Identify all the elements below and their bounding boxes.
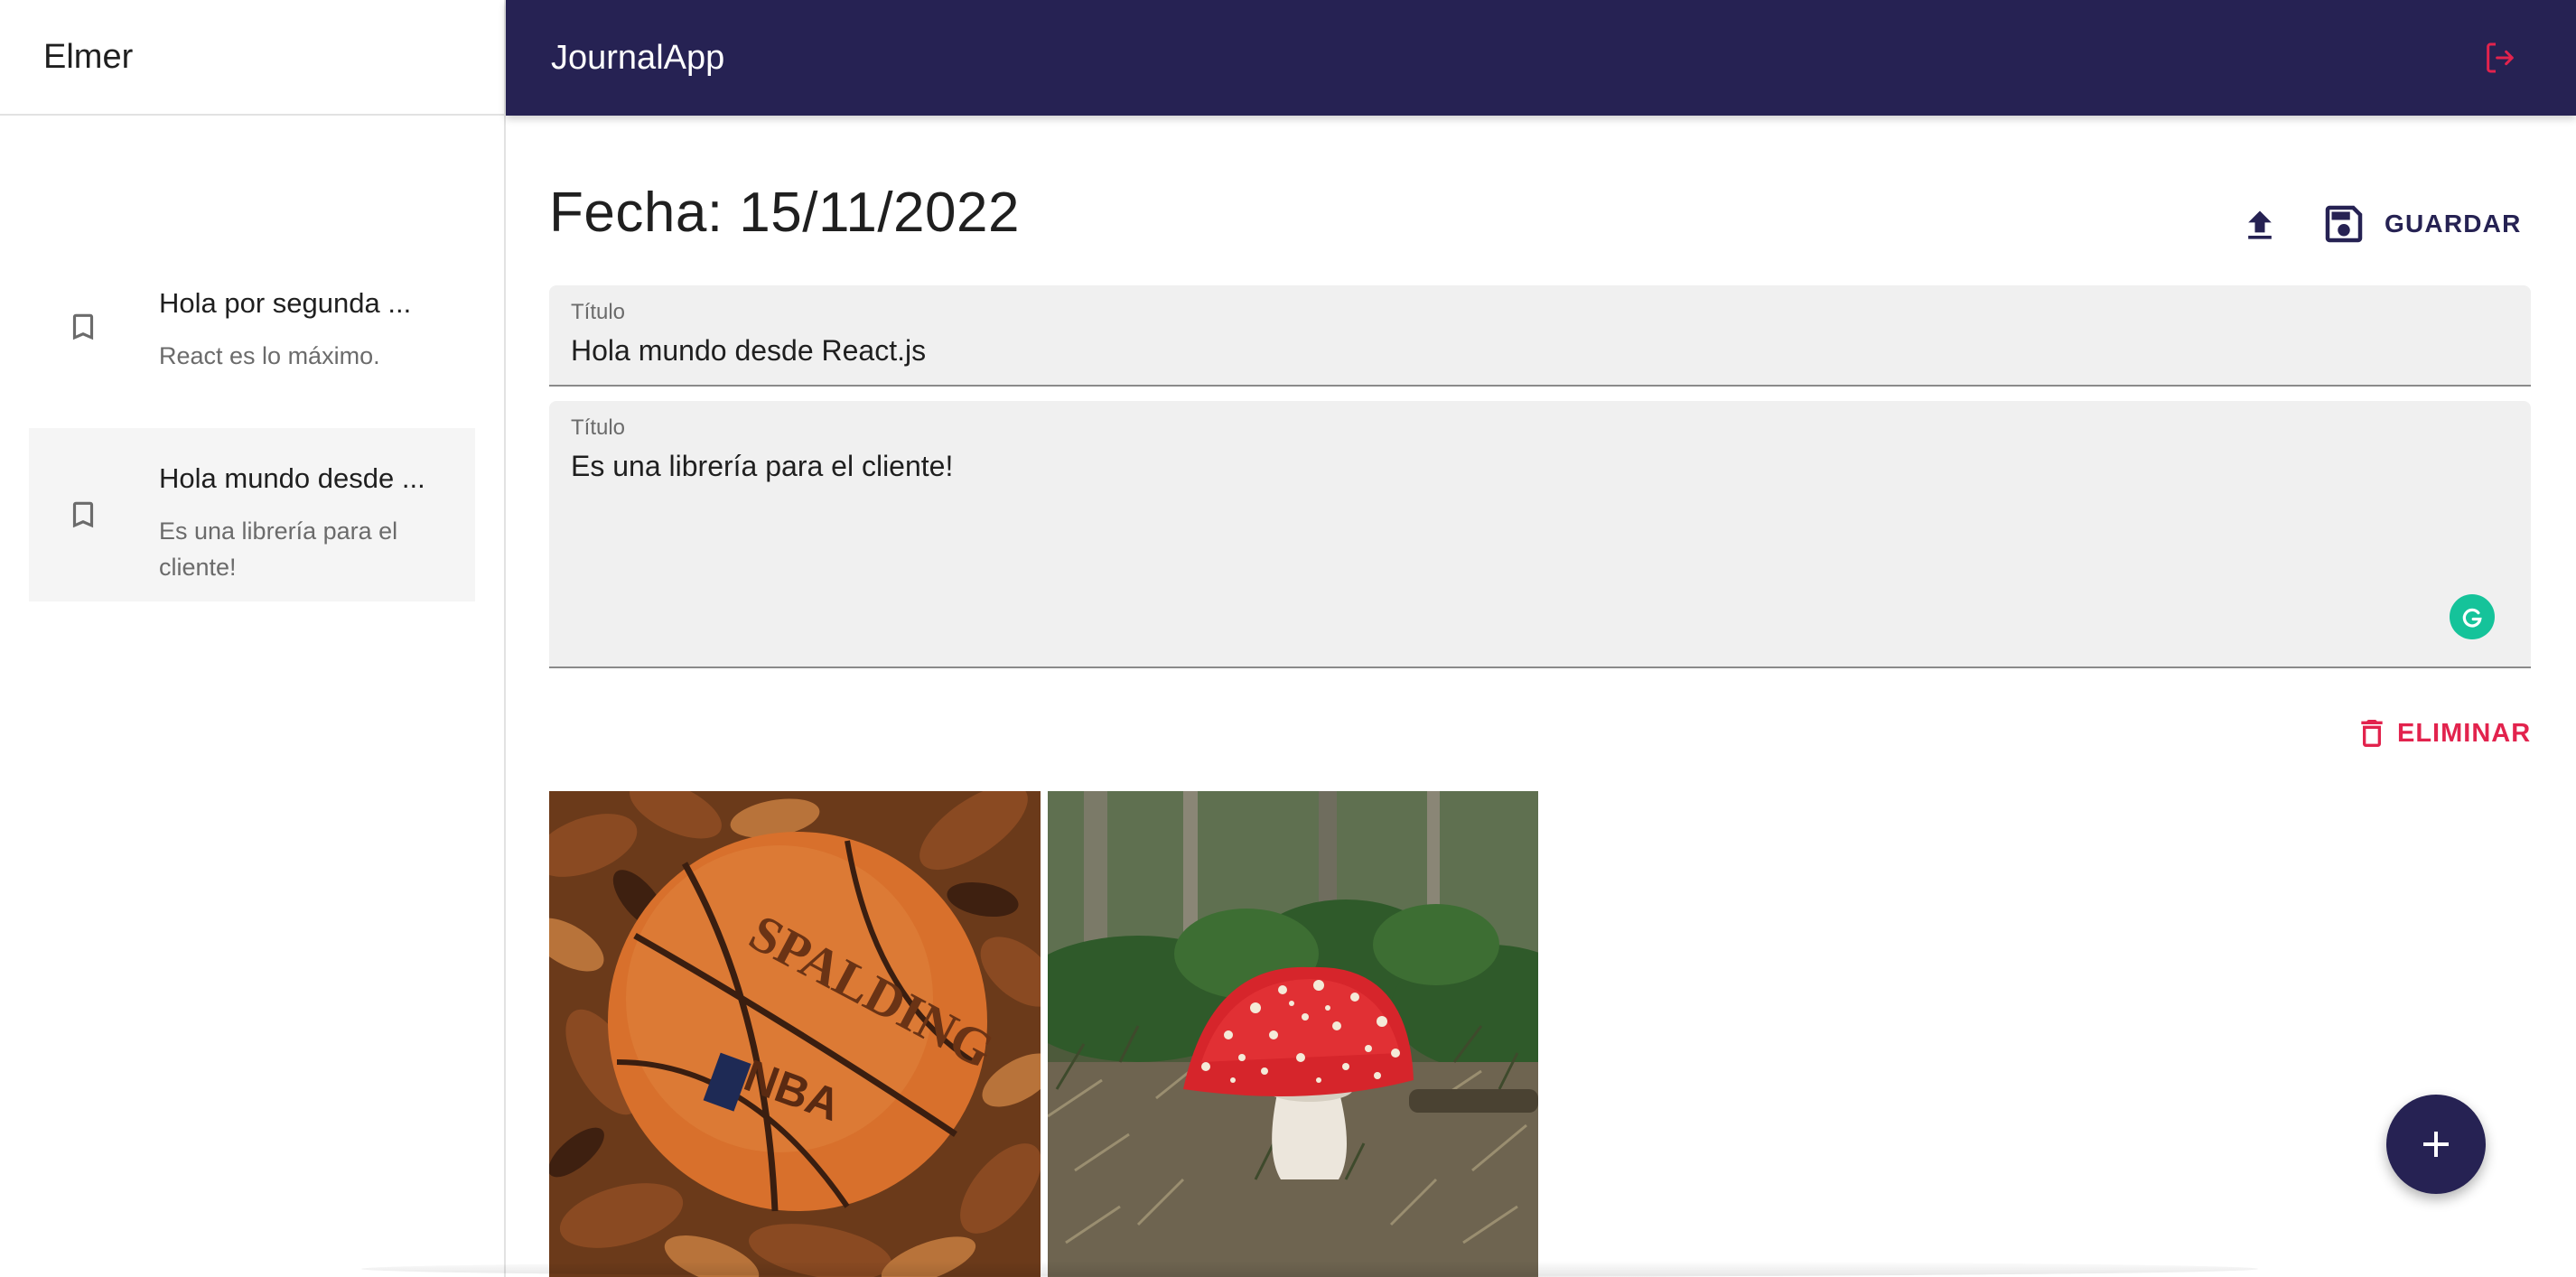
app-bar: JournalApp — [506, 0, 2576, 116]
entry-item[interactable]: Hola por segunda ... React es lo máximo. — [29, 251, 475, 403]
title-field-value[interactable]: Hola mundo desde React.js — [571, 334, 926, 368]
logout-icon — [2487, 42, 2514, 73]
bookmark-icon — [29, 428, 159, 601]
grammarly-icon[interactable] — [2450, 594, 2495, 639]
note-view: Fecha: 15/11/2022 GUARDAR Título Hola mu… — [506, 116, 2576, 1277]
upload-button[interactable] — [2226, 191, 2294, 260]
entry-body: Es una librería para el cliente! — [159, 517, 398, 581]
save-button[interactable]: GUARDAR — [2312, 188, 2529, 260]
sidebar-header: Elmer — [0, 0, 504, 116]
title-field-label: Título — [571, 300, 626, 324]
entry-item-selected[interactable]: Hola mundo desde ... Es una librería par… — [29, 428, 475, 601]
delete-button[interactable]: ELIMINAR — [2354, 708, 2531, 759]
add-entry-button[interactable] — [2386, 1095, 2486, 1194]
window-shadow — [361, 1261, 2258, 1277]
upload-icon — [2248, 210, 2272, 239]
entry-title: Hola por segunda ... — [159, 287, 412, 319]
app-title: JournalApp — [551, 38, 725, 77]
plus-icon — [2423, 1132, 2449, 1157]
title-field[interactable]: Título Hola mundo desde React.js — [549, 285, 2531, 387]
user-name: Elmer — [43, 37, 134, 76]
body-field[interactable]: Título Es una librería para el cliente! — [549, 401, 2531, 668]
entry-body: React es lo máximo. — [159, 342, 380, 369]
image-basketball[interactable]: SPALDING NBA — [549, 791, 1041, 1277]
image-gallery: SPALDING NBA — [549, 791, 1543, 1277]
logout-button[interactable] — [2480, 38, 2520, 78]
note-date: Fecha: 15/11/2022 — [549, 182, 1020, 244]
body-field-label: Título — [571, 415, 626, 440]
sidebar: Elmer Hola por segunda ... React es lo m… — [0, 0, 506, 1277]
trash-icon — [2361, 720, 2383, 747]
save-icon — [2325, 205, 2363, 243]
image-mushroom[interactable] — [1048, 791, 1538, 1277]
body-field-value[interactable]: Es una librería para el cliente! — [571, 450, 953, 483]
bookmark-icon — [29, 251, 159, 403]
save-label: GUARDAR — [2385, 210, 2522, 238]
delete-label: ELIMINAR — [2397, 718, 2532, 748]
entry-title: Hola mundo desde ... — [159, 462, 425, 494]
journal-app: Elmer Hola por segunda ... React es lo m… — [0, 0, 2576, 1277]
